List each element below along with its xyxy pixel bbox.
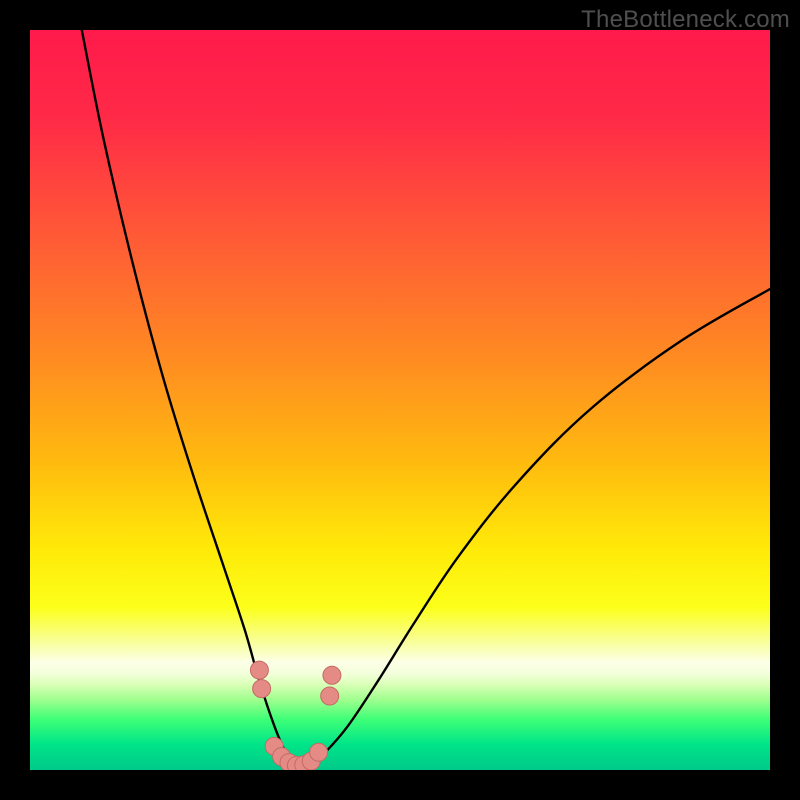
curve-layer (30, 30, 770, 770)
data-point (321, 687, 339, 705)
data-point (310, 743, 328, 761)
data-point (253, 680, 271, 698)
plot-area (30, 30, 770, 770)
data-point-markers (250, 661, 341, 770)
outer-frame: TheBottleneck.com (0, 0, 800, 800)
watermark-text: TheBottleneck.com (581, 6, 790, 34)
bottleneck-curve (82, 30, 770, 767)
data-point (250, 661, 268, 679)
data-point (323, 666, 341, 684)
